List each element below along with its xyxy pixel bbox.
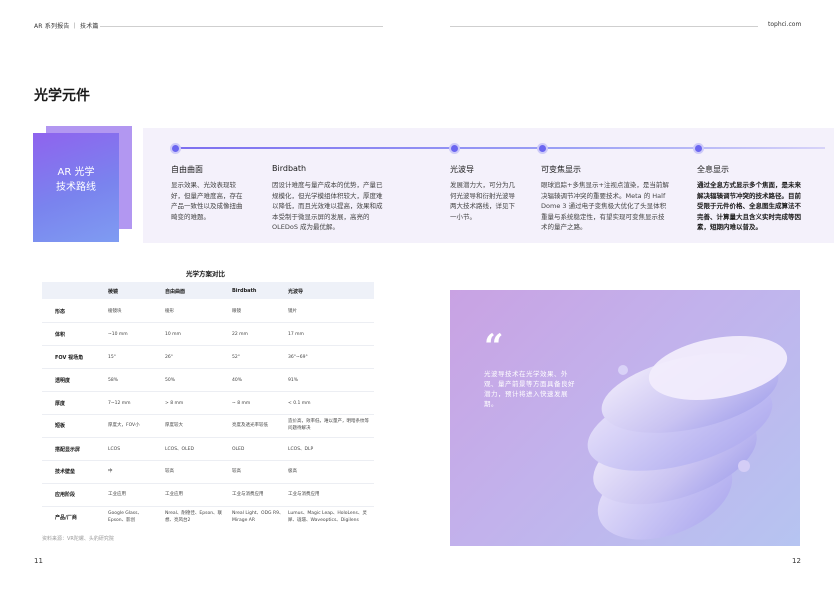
- row-label: 产品/厂商: [55, 515, 77, 521]
- table-cell: LCOS: [108, 447, 121, 452]
- table-cell: 36°~69°: [288, 355, 308, 360]
- timeline-line: [175, 147, 825, 149]
- table-cell: 棱镜块: [108, 309, 122, 314]
- table-cell: OLED: [232, 447, 245, 452]
- column-header: Birdbath: [232, 288, 257, 294]
- table-cell: 工业与消费应用: [288, 492, 320, 497]
- milestone-title: 全息显示: [697, 165, 729, 174]
- table-cell: 厚度大，FOV小: [108, 423, 140, 428]
- roadmap-tile-line-1: AR 光学: [57, 167, 95, 178]
- table-cell: LCOS、OLED: [165, 447, 194, 452]
- milestone-desc: 发展潜力大，可分为几何光波导和衍射光波导两大技术路线，详见下一小节。: [450, 181, 515, 221]
- table-cell: 较高: [232, 469, 241, 474]
- table-cell: 91%: [288, 378, 299, 383]
- row-divider: [42, 506, 374, 507]
- table-cell: 22 mm: [232, 332, 248, 337]
- table-cell: 镜片: [288, 309, 297, 314]
- milestone-desc: 通过全息方式显示多个焦面，是未来解决辐辏调节冲突的技术路径。目前受限于元件价格、…: [697, 181, 801, 231]
- table-cell: > 8 mm: [165, 401, 184, 406]
- header-divider-left: [100, 26, 383, 27]
- milestone-title: 光波导: [450, 165, 474, 174]
- table-cell: Lumus、Magic Leap、HoloLens、灵犀、珑璟、Waveopti…: [288, 511, 367, 523]
- table-cell: 10 mm: [165, 332, 181, 337]
- table-cell: 52°: [232, 355, 240, 360]
- table-cell: 工业与消费应用: [232, 492, 264, 497]
- table-cell: ~10 mm: [108, 332, 128, 337]
- page-number-left: 11: [34, 557, 43, 565]
- table-cell: 7~12 mm: [108, 401, 131, 406]
- table-cell: 眼镜: [232, 309, 241, 314]
- row-label: 体积: [55, 332, 66, 338]
- table-cell: 工业应用: [165, 492, 183, 497]
- row-divider: [42, 437, 374, 438]
- table-cell: Nreal Light、ODG R9、Mirage AR: [232, 511, 284, 523]
- row-divider: [42, 322, 374, 323]
- table-cell: ~ 8 mm: [232, 401, 251, 406]
- table-cell: 26°: [165, 355, 173, 360]
- table-cell: 工业应用: [108, 492, 126, 497]
- column-header: 自由曲面: [165, 289, 186, 295]
- milestone-desc: 眼球追踪+多焦显示+注视点渲染，是当前解决辐辏调节冲突的重要技术。Meta 的 …: [541, 181, 669, 231]
- header-divider-right: [450, 26, 758, 27]
- timeline-dot: [693, 143, 704, 154]
- table-cell: 亮度及透光率较低: [232, 423, 268, 428]
- row-divider: [42, 368, 374, 369]
- table-cell: 造价高，效率低，难以量产，明暗条纹等问题待解决: [288, 419, 369, 431]
- table-cell: < 0.1 mm: [288, 401, 311, 406]
- report-header-left: AR 系列报告 ｜ 技术篇: [34, 23, 99, 30]
- quote-mark: “: [484, 327, 504, 367]
- table-header: [42, 282, 374, 299]
- milestone-title: 可变焦显示: [541, 165, 581, 174]
- table-cell: 58%: [108, 378, 119, 383]
- row-label: 形态: [55, 309, 66, 315]
- table-cell: 厚度较大: [165, 423, 183, 428]
- table-cell: 17 mm: [288, 332, 304, 337]
- row-divider: [42, 345, 374, 346]
- table-cell: 棱形: [165, 309, 174, 314]
- photo-caption: 光波导技术在光学效果、外观、量产前景等方面具备良好潜力，预计将进入快速发展期。: [484, 370, 575, 408]
- table-cell: 40%: [232, 378, 243, 383]
- milestone-title: Birdbath: [272, 164, 307, 173]
- site-url[interactable]: tophci.com: [768, 21, 801, 28]
- row-divider: [42, 414, 374, 415]
- row-label: 短板: [55, 423, 66, 429]
- row-divider: [42, 391, 374, 392]
- table-cell: Nreal、耐德佳、Epson、联想、亮风台2: [165, 511, 223, 523]
- row-label: 透明度: [55, 378, 71, 384]
- roadmap-tile-title: AR 光学 技术路线: [33, 165, 119, 195]
- table-caption: 光学方案对比: [186, 270, 225, 278]
- table-cell: 较高: [165, 469, 174, 474]
- row-label: FOV 视场角: [55, 355, 84, 361]
- timeline-dot: [537, 143, 548, 154]
- milestone-desc: 因设计难度与量产成本的优势，产量已规模化，但光学模组体积较大，厚度难以降低，而且…: [272, 181, 383, 231]
- table-cell: LCOS、DLP: [288, 447, 314, 452]
- table-cell: Google Glass、Epson、影创: [108, 511, 142, 523]
- roadmap-tile-line-2: 技术路线: [56, 182, 96, 193]
- table-cell: 50%: [165, 378, 176, 383]
- row-divider: [42, 460, 374, 461]
- column-header: 光波导: [288, 289, 304, 295]
- row-label: 搭配显示屏: [55, 447, 81, 453]
- milestone-title: 自由曲面: [171, 165, 203, 174]
- page-number-right: 12: [792, 557, 801, 565]
- row-divider: [42, 483, 374, 484]
- source-note: 资料来源：VR陀螺、头豹研究院: [42, 536, 114, 542]
- table-cell: 15°: [108, 355, 116, 360]
- milestone-desc: 显示效果、光效表现较好，但量产难度高，存在产品一致性以及成像扭曲畸变的难题。: [171, 181, 243, 221]
- table-cell: 中: [108, 469, 113, 474]
- page-title: 光学元件: [34, 88, 90, 104]
- timeline-dot: [449, 143, 460, 154]
- timeline-dot: [170, 143, 181, 154]
- row-label: 厚度: [55, 401, 66, 407]
- column-header: 棱镜: [108, 289, 119, 295]
- row-label: 应用阶段: [55, 492, 76, 498]
- table-cell: 极高: [288, 469, 297, 474]
- row-label: 技术壁垒: [55, 469, 76, 475]
